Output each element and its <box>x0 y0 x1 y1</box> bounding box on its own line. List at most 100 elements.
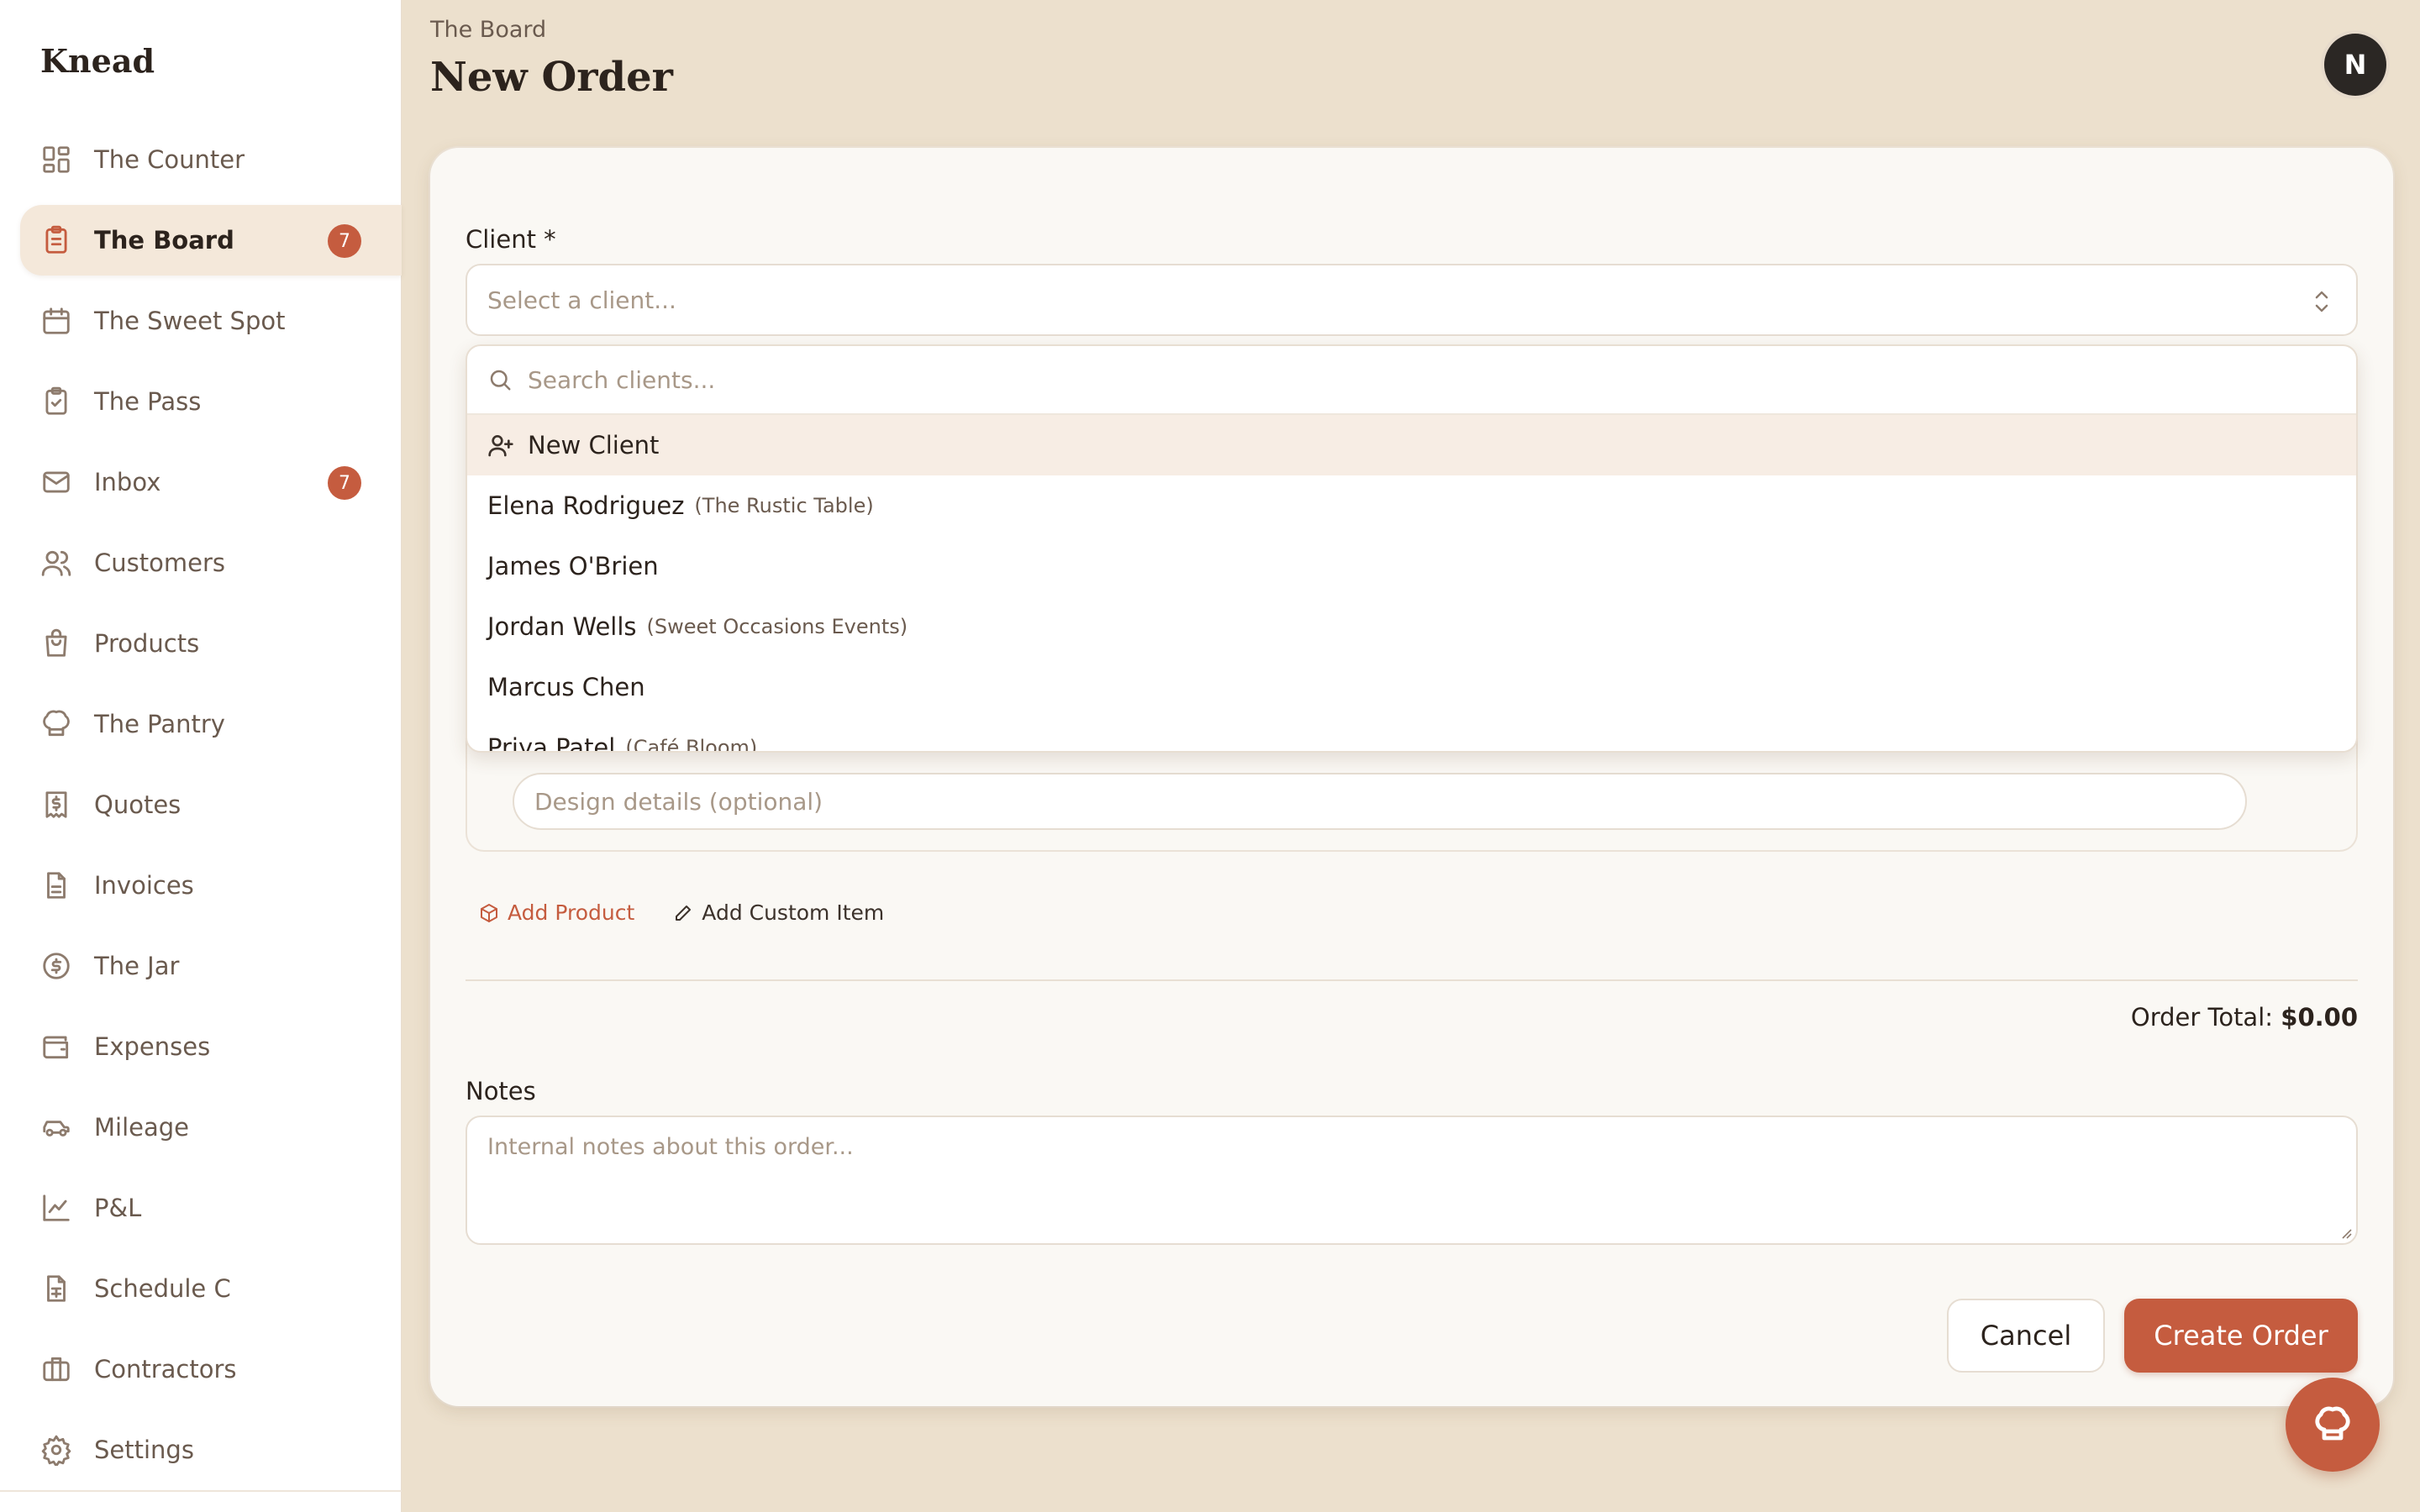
client-dropdown: Search clients... New Client Elena Rodri… <box>466 344 2358 753</box>
sidebar-item-invoices[interactable]: Invoices <box>20 850 402 921</box>
sidebar-item-label: Products <box>94 629 200 658</box>
sidebar-item-the-jar[interactable]: The Jar <box>20 931 402 1001</box>
sidebar-item-inbox[interactable]: Inbox 7 <box>20 447 402 517</box>
client-select[interactable]: Select a client... <box>466 264 2358 336</box>
sidebar-item-label: Contractors <box>94 1355 237 1383</box>
new-client-label: New Client <box>528 431 660 459</box>
sidebar-item-customers[interactable]: Customers <box>20 528 402 598</box>
sidebar-item-label: P&L <box>94 1194 142 1222</box>
client-company: (The Rustic Table) <box>694 494 874 517</box>
client-name: James O'Brien <box>487 552 659 580</box>
car-icon <box>40 1111 72 1143</box>
brand-logo[interactable]: Knead <box>40 42 155 80</box>
chef-hat-icon <box>40 708 72 740</box>
sidebar-item-label: Expenses <box>94 1032 211 1061</box>
sidebar-item-expenses[interactable]: Expenses <box>20 1011 402 1082</box>
gear-icon <box>40 1434 72 1466</box>
client-search-placeholder: Search clients... <box>528 365 716 394</box>
clipboard-list-icon <box>40 224 72 256</box>
dollar-circle-icon <box>40 950 72 982</box>
assistant-fab-button[interactable] <box>2286 1378 2380 1472</box>
users-icon <box>40 547 72 579</box>
client-name: Elena Rodriguez <box>487 491 685 520</box>
clipboard-check-icon <box>40 386 72 417</box>
sidebar-item-the-counter[interactable]: The Counter <box>20 124 402 195</box>
line-chart-icon <box>40 1192 72 1224</box>
notes-label: Notes <box>466 1077 536 1105</box>
order-total-value: $0.00 <box>2281 1003 2358 1032</box>
calendar-icon <box>40 305 72 337</box>
search-icon <box>490 370 511 391</box>
order-total: Order Total: $0.00 <box>2131 1003 2358 1032</box>
sidebar-item-label: The Jar <box>94 952 180 980</box>
chevron-up-down-icon <box>2309 287 2334 316</box>
chef-hat-icon <box>2315 1406 2350 1441</box>
sidebar-item-the-board[interactable]: The Board 7 <box>20 205 402 276</box>
client-option[interactable]: Jordan Wells (Sweet Occasions Events) <box>467 596 2356 657</box>
page-title: New Order <box>430 54 673 101</box>
add-product-label: Add Product <box>508 900 635 925</box>
sidebar-item-label: The Sweet Spot <box>94 307 286 335</box>
design-details-input[interactable]: Design details (optional) <box>513 773 2247 830</box>
client-name: Jordan Wells <box>487 612 637 641</box>
receipt-dollar-icon <box>40 789 72 821</box>
add-item-actions: Add Product Add Custom Item <box>479 900 884 925</box>
notes-textarea[interactable]: Internal notes about this order... <box>466 1116 2358 1245</box>
avatar[interactable]: N <box>2324 34 2386 96</box>
sidebar-item-label: Settings <box>94 1436 194 1464</box>
sidebar-item-label: Customers <box>94 549 225 577</box>
sidebar-item-label: Quotes <box>94 790 182 819</box>
sidebar-item-label: The Pass <box>94 387 202 416</box>
create-order-button[interactable]: Create Order <box>2124 1299 2358 1373</box>
client-name: Marcus Chen <box>487 673 645 701</box>
client-option[interactable]: Priya Patel (Café Bloom) <box>467 717 2356 753</box>
sidebar-item-contractors[interactable]: Contractors <box>20 1334 402 1404</box>
client-name: Priya Patel <box>487 733 616 753</box>
order-total-label: Order Total: <box>2130 1003 2274 1032</box>
sidebar-divider <box>0 1490 402 1492</box>
sidebar-item-label: Schedule C <box>94 1274 231 1303</box>
sidebar-item-quotes[interactable]: Quotes <box>20 769 402 840</box>
file-spreadsheet-icon <box>40 1273 72 1305</box>
client-select-placeholder: Select a client... <box>487 286 676 314</box>
sidebar-item-the-pantry[interactable]: The Pantry <box>20 689 402 759</box>
wallet-icon <box>40 1031 72 1063</box>
client-search-input[interactable]: Search clients... <box>467 346 2356 415</box>
sidebar-item-label: Mileage <box>94 1113 189 1142</box>
mail-icon <box>40 466 72 498</box>
sidebar-item-mileage[interactable]: Mileage <box>20 1092 402 1163</box>
breadcrumb[interactable]: The Board <box>430 17 546 43</box>
add-custom-item-button[interactable]: Add Custom Item <box>673 900 884 925</box>
add-product-button[interactable]: Add Product <box>479 900 634 925</box>
client-option[interactable]: James O'Brien <box>467 536 2356 596</box>
sidebar-badge-the-board: 7 <box>328 224 361 258</box>
sidebar-item-schedule-c[interactable]: Schedule C <box>20 1253 402 1324</box>
sidebar-nav: The Counter The Board 7 The Sweet Spot T… <box>20 124 402 1495</box>
sidebar-item-the-sweet-spot[interactable]: The Sweet Spot <box>20 286 402 356</box>
file-text-icon <box>40 869 72 901</box>
notes-placeholder: Internal notes about this order... <box>487 1134 854 1160</box>
package-icon <box>481 903 497 922</box>
client-company: (Café Bloom) <box>625 736 758 753</box>
client-company: (Sweet Occasions Events) <box>646 615 908 638</box>
resize-grip-icon[interactable] <box>2338 1225 2353 1240</box>
add-custom-item-label: Add Custom Item <box>702 900 885 925</box>
sidebar-item-label: The Pantry <box>94 710 225 738</box>
sidebar-item-label: The Counter <box>94 145 245 174</box>
user-plus-icon <box>488 435 513 457</box>
sidebar-item-pl[interactable]: P&L <box>20 1173 402 1243</box>
cancel-button[interactable]: Cancel <box>1947 1299 2105 1373</box>
sidebar-item-label: The Board <box>94 226 234 255</box>
section-divider <box>466 979 2358 981</box>
briefcase-icon <box>40 1353 72 1385</box>
dashboard-grid-icon <box>40 144 72 176</box>
new-order-card: Client * Select a client... Design detai… <box>430 148 2393 1406</box>
sidebar-item-products[interactable]: Products <box>20 608 402 679</box>
client-option[interactable]: Marcus Chen <box>467 657 2356 717</box>
new-client-option[interactable]: New Client <box>467 415 2356 475</box>
client-label: Client * <box>466 225 556 254</box>
client-option[interactable]: Elena Rodriguez (The Rustic Table) <box>467 475 2356 536</box>
sidebar-item-the-pass[interactable]: The Pass <box>20 366 402 437</box>
shopping-bag-icon <box>40 627 72 659</box>
sidebar-item-settings[interactable]: Settings <box>20 1415 402 1485</box>
